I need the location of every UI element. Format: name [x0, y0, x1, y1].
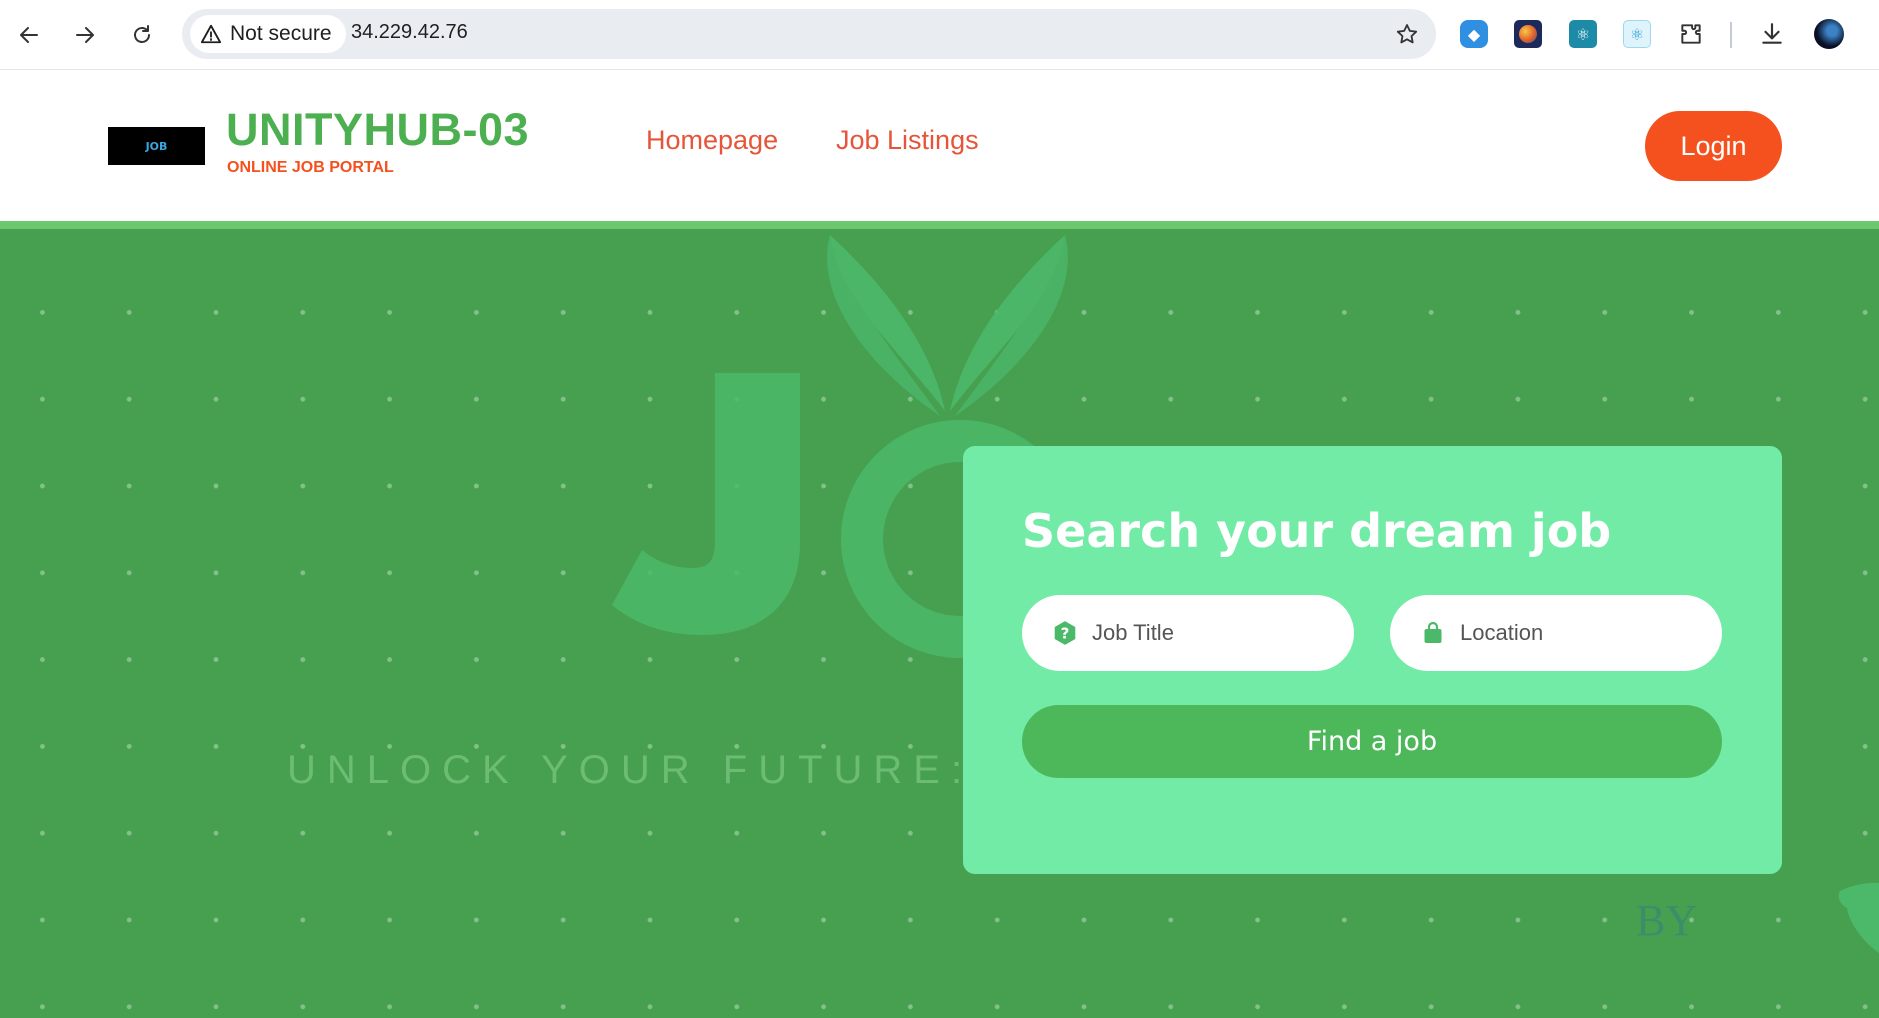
job-search-card: Search your dream job ? Find a job — [963, 446, 1782, 874]
location-field[interactable] — [1390, 595, 1722, 671]
puzzle-icon[interactable] — [1677, 20, 1705, 48]
star-icon — [1396, 24, 1418, 44]
nav-homepage[interactable]: Homepage — [646, 125, 778, 156]
bookmark-button[interactable] — [1390, 17, 1424, 51]
browser-toolbar: Not secure 34.229.42.76 ◆ ⚛ ⚛ — [0, 0, 1879, 70]
globe-extension-icon[interactable] — [1514, 20, 1542, 48]
hero-by-text: BY — [1636, 896, 1698, 945]
arrow-left-icon — [20, 27, 38, 43]
nav-job-listings[interactable]: Job Listings — [836, 125, 979, 156]
warning-icon — [200, 24, 222, 44]
site-logo[interactable]: JOB — [108, 127, 205, 165]
find-job-button[interactable]: Find a job — [1022, 705, 1722, 778]
reload-icon — [134, 25, 150, 43]
security-indicator[interactable]: Not secure — [190, 15, 346, 53]
forward-button[interactable] — [65, 15, 105, 55]
login-button[interactable]: Login — [1645, 111, 1782, 181]
brand-title: UNITYHUB-03 — [226, 104, 530, 155]
location-input[interactable] — [1460, 620, 1690, 646]
reload-button[interactable] — [122, 15, 162, 55]
search-title: Search your dream job — [1022, 504, 1612, 558]
arrow-right-icon — [76, 27, 94, 43]
job-title-input[interactable] — [1092, 620, 1322, 646]
url-text[interactable]: 34.229.42.76 — [351, 21, 468, 44]
security-label: Not secure — [230, 22, 332, 45]
bing-icon[interactable]: ◆ — [1460, 20, 1488, 48]
wings-graphic — [827, 235, 1068, 416]
shopping-bag-icon — [1420, 620, 1446, 646]
profile-avatar[interactable] — [1814, 19, 1844, 49]
j-letter-graphic — [612, 373, 800, 635]
logo-text: JOB — [145, 139, 168, 153]
svg-text:?: ? — [1061, 624, 1070, 642]
site-header: JOB UNITYHUB-03 ONLINE JOB PORTAL Homepa… — [0, 70, 1879, 221]
question-icon: ? — [1052, 620, 1078, 646]
download-icon[interactable] — [1758, 20, 1786, 48]
back-button[interactable] — [9, 15, 49, 55]
react-extension-icon[interactable]: ⚛ — [1623, 20, 1651, 48]
react-devtools-icon[interactable]: ⚛ — [1569, 20, 1597, 48]
toolbar-separator — [1730, 22, 1732, 48]
address-bar[interactable]: Not secure 34.229.42.76 — [182, 9, 1436, 59]
brand-subtitle: ONLINE JOB PORTAL — [227, 159, 394, 176]
job-title-field[interactable]: ? — [1022, 595, 1354, 671]
corner-leaf-graphic — [1838, 882, 1879, 953]
